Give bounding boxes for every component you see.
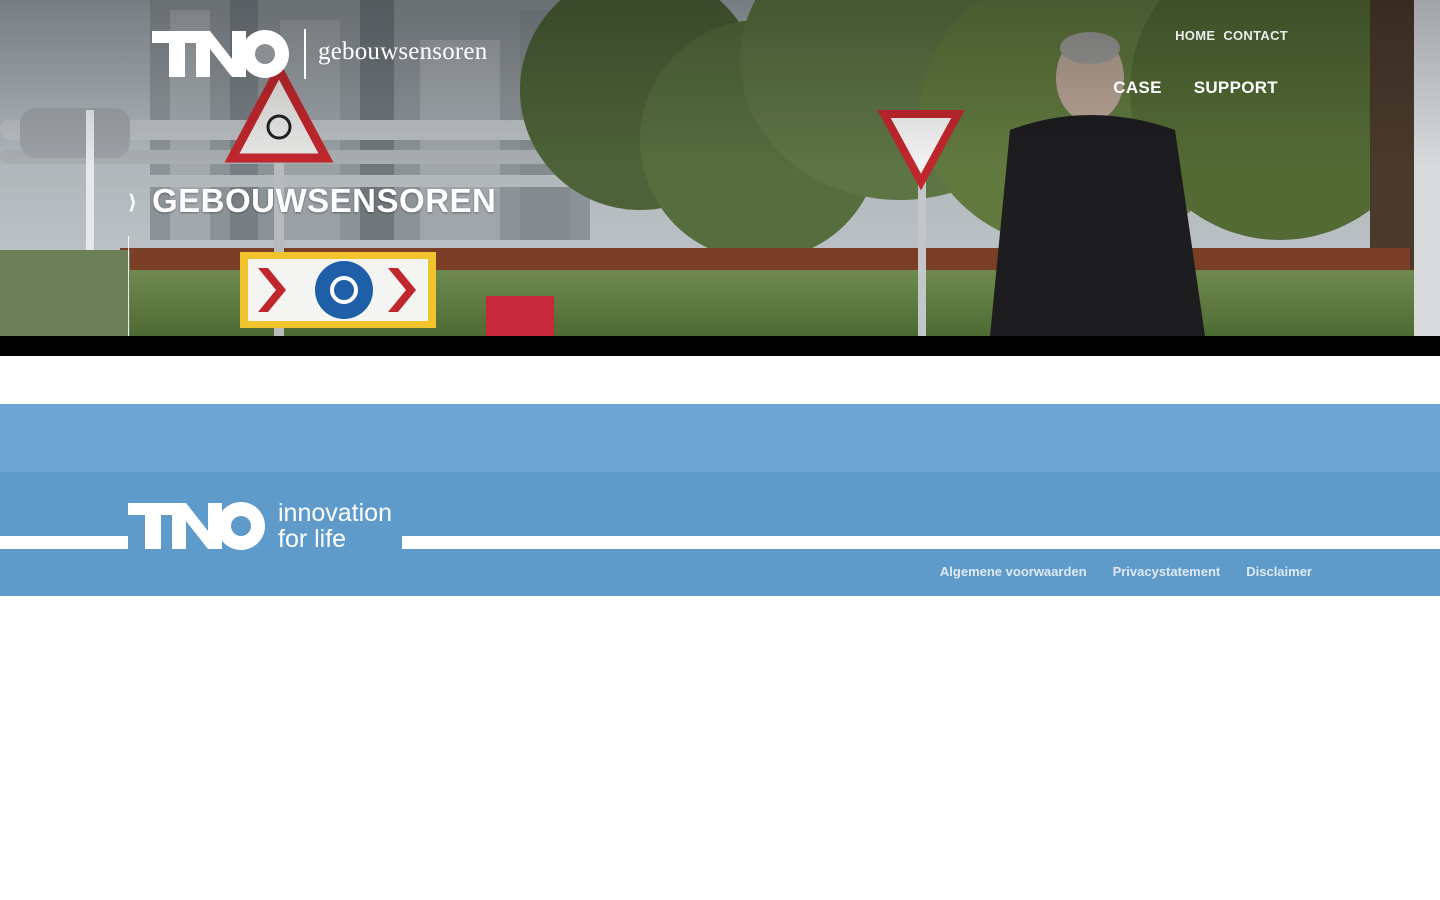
tno-footer-logo — [128, 502, 265, 550]
nav-link-contact[interactable]: CONTACT — [1223, 28, 1288, 43]
hero-bottom-bar — [0, 336, 1440, 356]
chevron-right-icon: ⟩ — [128, 191, 138, 214]
brand-lockup[interactable]: gebouwsensoren — [152, 28, 487, 80]
footer-top-band — [0, 404, 1440, 472]
page-title-block: ⟩ GEBOUWSENSOREN — [128, 182, 496, 220]
brand-subtitle: gebouwsensoren — [318, 38, 488, 65]
link-privacy[interactable]: Privacystatement — [1113, 564, 1221, 579]
main-nav: CASE SUPPORT — [1113, 78, 1278, 98]
link-disclaimer[interactable]: Disclaimer — [1246, 564, 1312, 579]
link-terms[interactable]: Algemene voorwaarden — [940, 564, 1087, 579]
page-title: GEBOUWSENSOREN — [152, 182, 497, 219]
utility-nav: HOME CONTACT — [1175, 28, 1288, 43]
hero-divider-line — [128, 236, 129, 336]
tagline-line-2: for life — [278, 525, 347, 553]
legal-links: Algemene voorwaarden Privacystatement Di… — [940, 564, 1312, 579]
nav-item-support[interactable]: SUPPORT — [1194, 78, 1278, 98]
nav-item-case[interactable]: CASE — [1113, 78, 1161, 98]
tagline-line-1: innovation — [278, 499, 392, 527]
footer-tagline: innovation for life — [278, 500, 402, 552]
hero-banner: gebouwsensoren HOME CONTACT CASE SUPPORT… — [0, 0, 1440, 336]
nav-link-home[interactable]: HOME — [1175, 28, 1215, 43]
footer-brand[interactable]: innovation for life — [128, 498, 402, 554]
brand-divider — [304, 29, 306, 79]
tno-logo — [152, 30, 289, 78]
